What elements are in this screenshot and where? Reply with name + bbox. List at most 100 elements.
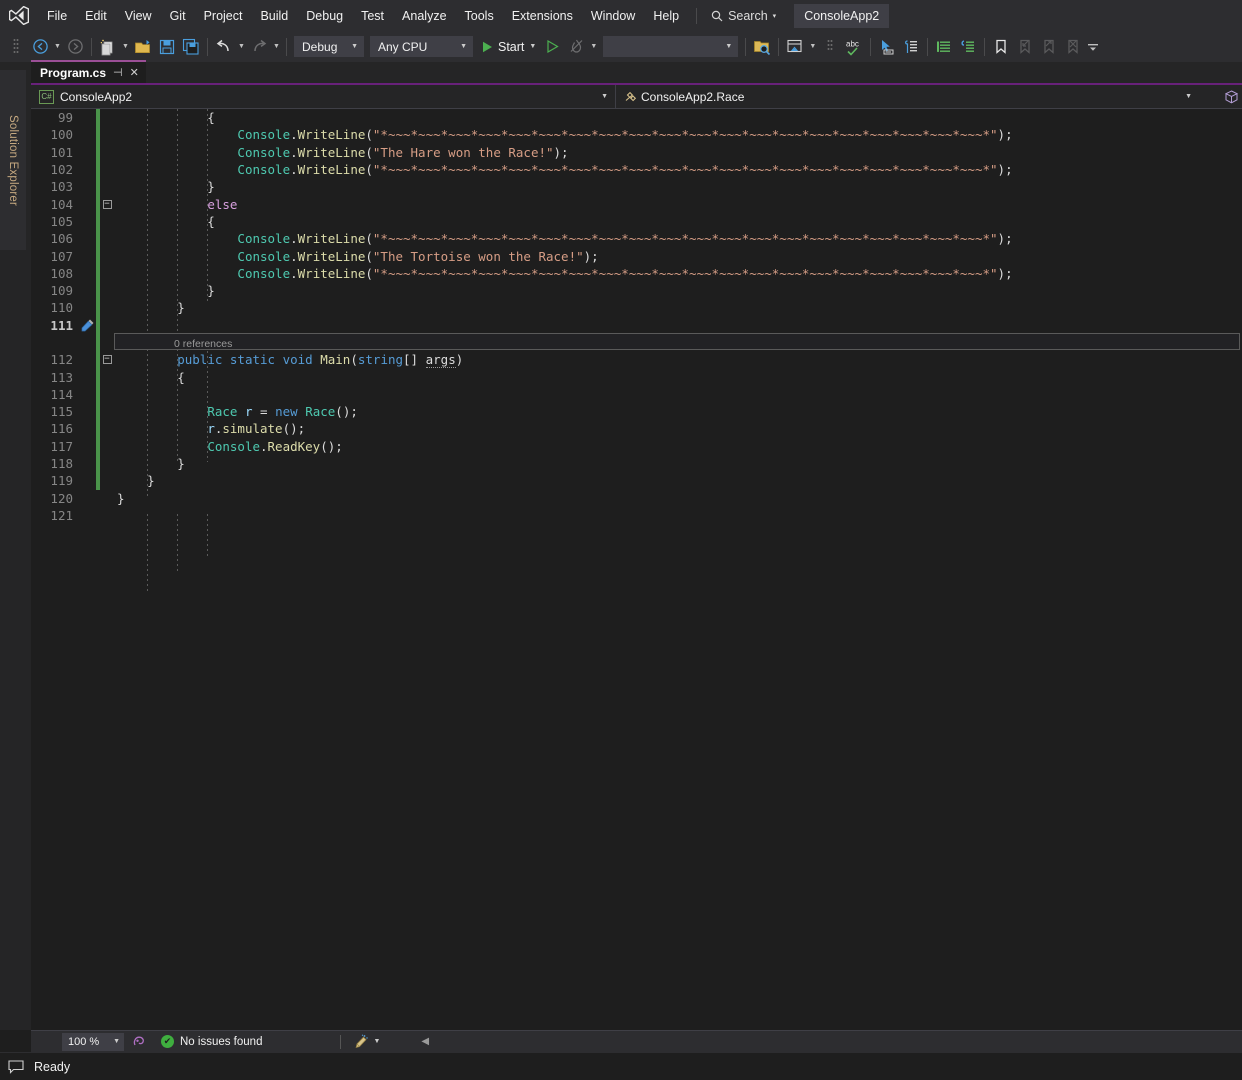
- navigate-forward-icon: [67, 39, 83, 54]
- fold-collapse-icon[interactable]: −: [100, 199, 114, 209]
- zoom-level-combo[interactable]: 100 % ▼: [62, 1032, 124, 1051]
- code-line[interactable]: 106 Console.WriteLine("*~~~*~~~*~~~*~~~*…: [31, 230, 1242, 248]
- open-file-button[interactable]: [131, 35, 155, 59]
- code-lens-references[interactable]: 0 references: [117, 338, 232, 350]
- solution-explorer-dock-tab[interactable]: Solution Explorer: [0, 70, 26, 250]
- save-button[interactable]: [155, 35, 179, 59]
- navbar-project-dropdown[interactable]: C# ConsoleApp2 ▼: [31, 84, 616, 109]
- menu-item-view[interactable]: View: [116, 5, 161, 27]
- code-line[interactable]: 102 Console.WriteLine("*~~~*~~~*~~~*~~~*…: [31, 160, 1242, 179]
- document-tab-program-cs[interactable]: Program.cs ⊣ ✕: [31, 60, 146, 83]
- undo-button[interactable]: [212, 35, 236, 59]
- menu-item-tools[interactable]: Tools: [456, 5, 503, 27]
- code-editor-surface[interactable]: 99 {100 Console.WriteLine("*~~~*~~~*~~~*…: [31, 109, 1242, 1030]
- code-line[interactable]: 101 Console.WriteLine("The Hare won the …: [31, 143, 1242, 161]
- status-text: Ready: [34, 1059, 71, 1074]
- close-icon[interactable]: ✕: [130, 66, 139, 79]
- project-chip[interactable]: ConsoleApp2: [794, 3, 890, 28]
- toolbar-grip-2[interactable]: [818, 35, 842, 59]
- navigate-forward-button[interactable]: [63, 35, 87, 59]
- main-status-bar: Ready: [0, 1052, 1242, 1080]
- toolbar-overflow-button[interactable]: [1085, 35, 1101, 59]
- bookmark-previous-button[interactable]: [1013, 35, 1037, 59]
- uncomment-lines-button[interactable]: [956, 35, 980, 59]
- comment-lines-button[interactable]: [932, 35, 956, 59]
- menu-item-git[interactable]: Git: [161, 5, 195, 27]
- menu-item-edit[interactable]: Edit: [76, 5, 116, 27]
- code-line[interactable]: 121: [31, 507, 1242, 524]
- save-all-button[interactable]: [179, 35, 203, 59]
- code-line[interactable]: 109 }: [31, 281, 1242, 300]
- code-line[interactable]: 113 {: [31, 368, 1242, 386]
- code-cleanup-button[interactable]: [899, 35, 923, 59]
- bookmark-toggle-button[interactable]: [989, 35, 1013, 59]
- bookmark-clear-button[interactable]: [1061, 35, 1085, 59]
- code-line[interactable]: 110 }: [31, 299, 1242, 317]
- find-in-files-button[interactable]: [750, 35, 774, 59]
- code-line[interactable]: 112 − public static void Main(string[] ar…: [31, 351, 1242, 369]
- menu-item-build[interactable]: Build: [251, 5, 297, 27]
- play-icon: [483, 41, 492, 52]
- redo-dropdown[interactable]: ▼: [271, 43, 282, 50]
- code-line[interactable]: 119 }: [31, 472, 1242, 490]
- scroll-left-button[interactable]: ◀: [421, 1036, 429, 1047]
- bookmark-next-icon: [1044, 39, 1054, 54]
- code-line[interactable]: 117 Console.ReadKey();: [31, 437, 1242, 455]
- code-line[interactable]: 108 Console.WriteLine("*~~~*~~~*~~~*~~~*…: [31, 264, 1242, 282]
- changed-line-marker: [96, 264, 100, 282]
- menu-item-window[interactable]: Window: [582, 5, 644, 27]
- code-line[interactable]: 114: [31, 385, 1242, 404]
- new-project-dropdown[interactable]: ▼: [120, 43, 131, 50]
- menu-item-debug[interactable]: Debug: [297, 5, 352, 27]
- document-tab-title: Program.cs: [40, 65, 107, 80]
- bookmark-next-button[interactable]: [1037, 35, 1061, 59]
- code-cleanup-status-button[interactable]: ▼: [353, 1034, 380, 1050]
- menu-item-project[interactable]: Project: [195, 5, 252, 27]
- start-debug-button[interactable]: Start ▼: [476, 35, 540, 59]
- code-line[interactable]: 107 Console.WriteLine("The Tortoise won …: [31, 247, 1242, 265]
- notification-icon[interactable]: [8, 1059, 24, 1074]
- code-line[interactable]: 99 {: [31, 109, 1242, 127]
- menu-item-file[interactable]: File: [38, 5, 76, 27]
- redo-button[interactable]: [247, 35, 271, 59]
- window-layout-button[interactable]: [783, 35, 807, 59]
- code-line-text: [114, 387, 1242, 402]
- toolbar-grip[interactable]: [4, 35, 28, 59]
- navigate-backward-dropdown[interactable]: ▼: [52, 43, 63, 50]
- code-line[interactable]: 103 }: [31, 178, 1242, 196]
- code-line[interactable]: 116 r.simulate();: [31, 420, 1242, 438]
- code-line[interactable]: 100 Console.WriteLine("*~~~*~~~*~~~*~~~*…: [31, 126, 1242, 144]
- code-line[interactable]: 118 }: [31, 454, 1242, 473]
- new-project-button[interactable]: [96, 35, 120, 59]
- search-button[interactable]: Search ▾: [705, 6, 782, 26]
- line-number: 114: [50, 386, 73, 402]
- selection-mode-button[interactable]: [132, 1034, 147, 1049]
- quick-actions-screwdriver-icon[interactable]: [80, 318, 96, 332]
- code-line[interactable]: 115 Race r = new Race();: [31, 403, 1242, 421]
- issues-status[interactable]: ✔ No issues found: [161, 1035, 262, 1048]
- code-line[interactable]: 120}: [31, 490, 1242, 507]
- hot-reload-button[interactable]: [564, 35, 588, 59]
- split-view-button[interactable]: [1220, 89, 1242, 104]
- navigate-backward-button[interactable]: [28, 35, 52, 59]
- hot-reload-dropdown[interactable]: ▼: [588, 43, 599, 50]
- pin-icon[interactable]: ⊣: [113, 66, 123, 79]
- menu-item-analyze[interactable]: Analyze: [393, 5, 455, 27]
- pointer-select-button[interactable]: [875, 35, 899, 59]
- spell-check-button[interactable]: abc: [842, 35, 866, 59]
- menu-item-help[interactable]: Help: [644, 5, 688, 27]
- toolbar-search-combo[interactable]: ▼: [603, 36, 739, 57]
- solution-platform-combo[interactable]: Any CPU ▼: [370, 36, 473, 57]
- code-line[interactable]: 111: [31, 316, 1242, 350]
- menu-item-extensions[interactable]: Extensions: [503, 5, 582, 27]
- navbar-type-dropdown[interactable]: ConsoleApp2.Race ▼: [616, 85, 1220, 109]
- menu-item-test[interactable]: Test: [352, 5, 393, 27]
- solution-configuration-value: Debug: [302, 39, 338, 54]
- code-line[interactable]: 105 {: [31, 212, 1242, 231]
- solution-configuration-combo[interactable]: Debug ▼: [294, 36, 364, 57]
- start-without-debugging-button[interactable]: [540, 35, 564, 59]
- code-line[interactable]: 104 − else: [31, 195, 1242, 213]
- window-layout-dropdown[interactable]: ▼: [807, 43, 818, 50]
- fold-collapse-icon[interactable]: −: [100, 355, 114, 365]
- undo-dropdown[interactable]: ▼: [236, 43, 247, 50]
